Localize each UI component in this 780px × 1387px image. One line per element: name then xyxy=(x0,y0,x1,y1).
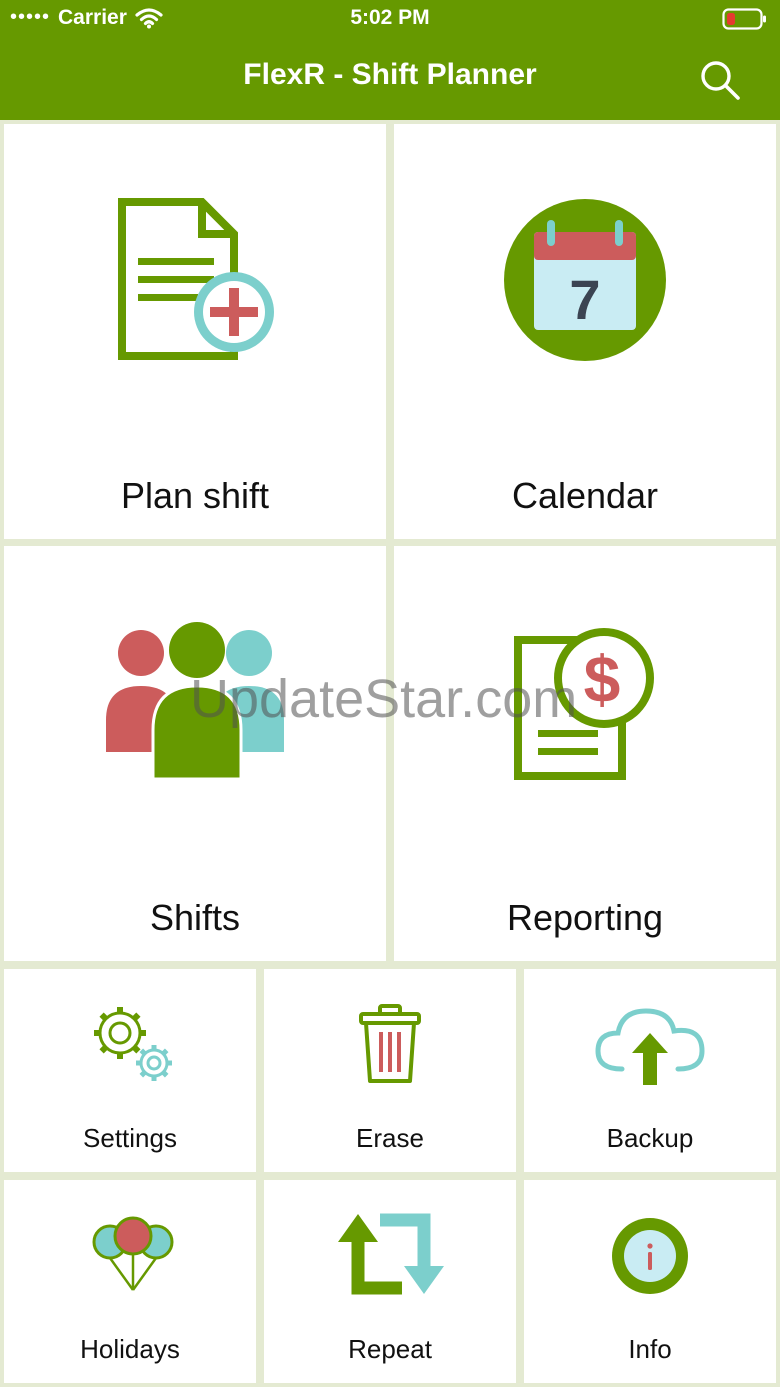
status-time: 5:02 PM xyxy=(350,6,430,29)
tile-label: Plan shift xyxy=(120,475,270,516)
tile-repeat[interactable]: Repeat xyxy=(264,1180,516,1383)
tile-holidays[interactable]: Holidays xyxy=(4,1180,256,1383)
tile-label: Shifts xyxy=(149,897,241,938)
tile-label: Info xyxy=(628,1334,672,1364)
tile-plan-shift[interactable]: Plan shift xyxy=(4,124,386,539)
balloons-icon xyxy=(92,1216,174,1291)
search-icon[interactable] xyxy=(698,58,742,102)
repeat-icon xyxy=(338,1213,444,1295)
tile-label: Reporting xyxy=(506,897,664,938)
trash-icon xyxy=(359,1004,421,1083)
app-title: FlexR - Shift Planner xyxy=(243,58,537,91)
cloud-upload-icon xyxy=(595,1008,705,1085)
tile-label: Holidays xyxy=(80,1334,180,1364)
tile-reporting[interactable]: $ Reporting xyxy=(394,546,776,961)
people-icon xyxy=(106,622,284,781)
tile-label: Calendar xyxy=(511,475,659,516)
calendar-icon: 7 xyxy=(504,199,666,361)
calendar-day-number: 7 xyxy=(569,268,600,331)
tile-calendar[interactable]: 7 Calendar xyxy=(394,124,776,539)
status-bar: ••••• Carrier 5:02 PM xyxy=(0,0,780,40)
tile-label: Backup xyxy=(606,1123,694,1153)
info-icon xyxy=(612,1218,688,1294)
tile-label: Repeat xyxy=(348,1334,432,1364)
tile-info[interactable]: Info xyxy=(524,1180,776,1383)
report-dollar-icon: $ xyxy=(514,628,654,780)
gears-icon xyxy=(94,1007,172,1081)
tile-label: Settings xyxy=(83,1123,177,1153)
document-add-icon xyxy=(118,198,274,360)
tile-erase[interactable]: Erase xyxy=(264,969,516,1172)
tile-backup[interactable]: Backup xyxy=(524,969,776,1172)
tile-label: Erase xyxy=(356,1123,424,1153)
battery-icon xyxy=(722,8,766,30)
app-header: ••••• Carrier 5:02 PM FlexR - Shift Plan… xyxy=(0,0,780,120)
tile-shifts[interactable]: Shifts xyxy=(4,546,386,961)
tile-settings[interactable]: Settings xyxy=(4,969,256,1172)
svg-text:$: $ xyxy=(584,642,621,716)
